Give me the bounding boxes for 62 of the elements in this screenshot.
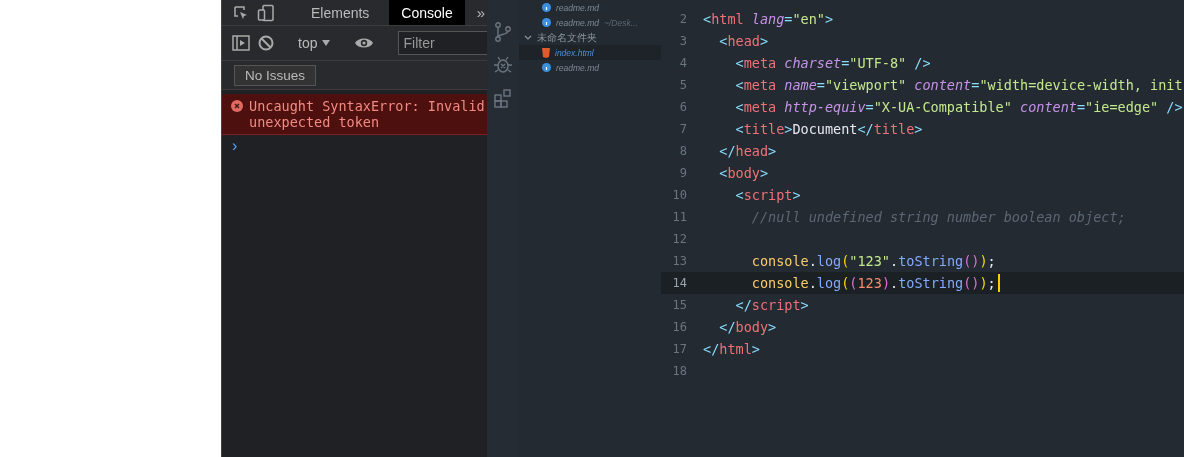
code-line: <html lang="en"> (703, 11, 834, 27)
line-number: 18 (671, 364, 687, 378)
line-number: 6 (678, 100, 687, 114)
clear-console-icon[interactable] (258, 35, 274, 51)
chevron-down-icon (524, 34, 532, 41)
code-line: <body> (718, 165, 769, 181)
caret-icon (322, 40, 331, 46)
info-icon (542, 3, 551, 12)
code-line: </script> (734, 297, 809, 313)
code-line: <title>Document</title> (734, 121, 923, 137)
bug-icon[interactable] (493, 55, 513, 75)
console-prompt[interactable]: › (232, 137, 238, 154)
error-text: Uncaught SyntaxError: Invalid (249, 98, 485, 114)
text-cursor (997, 274, 1000, 292)
extensions-icon[interactable] (493, 88, 513, 108)
file-tree-item[interactable]: index.html (519, 45, 661, 60)
line-number: 13 (671, 254, 687, 268)
sidebar-toggle-icon[interactable] (232, 35, 250, 51)
line-number: 17 (671, 342, 687, 356)
inspect-icon[interactable] (233, 4, 249, 21)
line-number: 7 (678, 122, 687, 136)
line-number: 3 (678, 34, 687, 48)
file-tree-item[interactable]: readme.md (519, 0, 661, 15)
line-number: 2 (678, 12, 687, 26)
line-number: 15 (671, 298, 687, 312)
line-number: 14 (671, 276, 687, 290)
code-line: <meta name="viewport" content="width=device-width, init (734, 77, 1183, 93)
issues-button[interactable]: No Issues (234, 64, 317, 86)
code-line: console.log((123).toString()); (750, 275, 996, 291)
html-file-icon (542, 47, 550, 58)
line-number: 10 (671, 188, 687, 202)
info-icon (542, 63, 551, 72)
devtools-tab[interactable]: Console (389, 0, 465, 25)
info-icon (542, 18, 551, 27)
code-line: </html> (703, 341, 760, 357)
code-line: <meta http-equiv="X-UA-Compatible" content="ie=edge" /> (734, 99, 1183, 115)
more-tabs-button[interactable]: » (472, 4, 487, 21)
code-line: </head> (718, 143, 777, 159)
code-line: console.log("123".toString()); (750, 253, 996, 269)
line-number: 4 (678, 56, 687, 70)
device-icon[interactable] (257, 3, 275, 22)
file-tree-item[interactable]: readme.md ~/Desk... (519, 15, 661, 30)
line-number: 8 (678, 144, 687, 158)
code-line: <head> (718, 33, 769, 49)
eye-icon[interactable] (354, 36, 375, 50)
code-line: <meta charset="UTF-8" /> (734, 55, 931, 71)
code-line: </body> (718, 319, 777, 335)
context-dropdown[interactable]: top (298, 35, 331, 51)
filter-field[interactable]: Filter (398, 31, 487, 55)
line-number: 11 (671, 210, 687, 224)
error-text: unexpected token (249, 114, 381, 130)
file-tree-item[interactable]: 未命名文件夹 (519, 30, 661, 45)
line-number: 9 (678, 166, 687, 180)
line-number: 16 (671, 320, 687, 334)
devtools-tab[interactable]: Elements (299, 0, 382, 25)
source-control-icon[interactable] (494, 22, 512, 42)
file-tree-item[interactable]: readme.md (519, 60, 661, 75)
line-number: 5 (678, 78, 687, 92)
code-line: <script> (734, 187, 801, 203)
code-line: //null undefined string number boolean object; (750, 209, 1126, 225)
line-number: 12 (671, 232, 687, 246)
error-icon (231, 100, 243, 112)
